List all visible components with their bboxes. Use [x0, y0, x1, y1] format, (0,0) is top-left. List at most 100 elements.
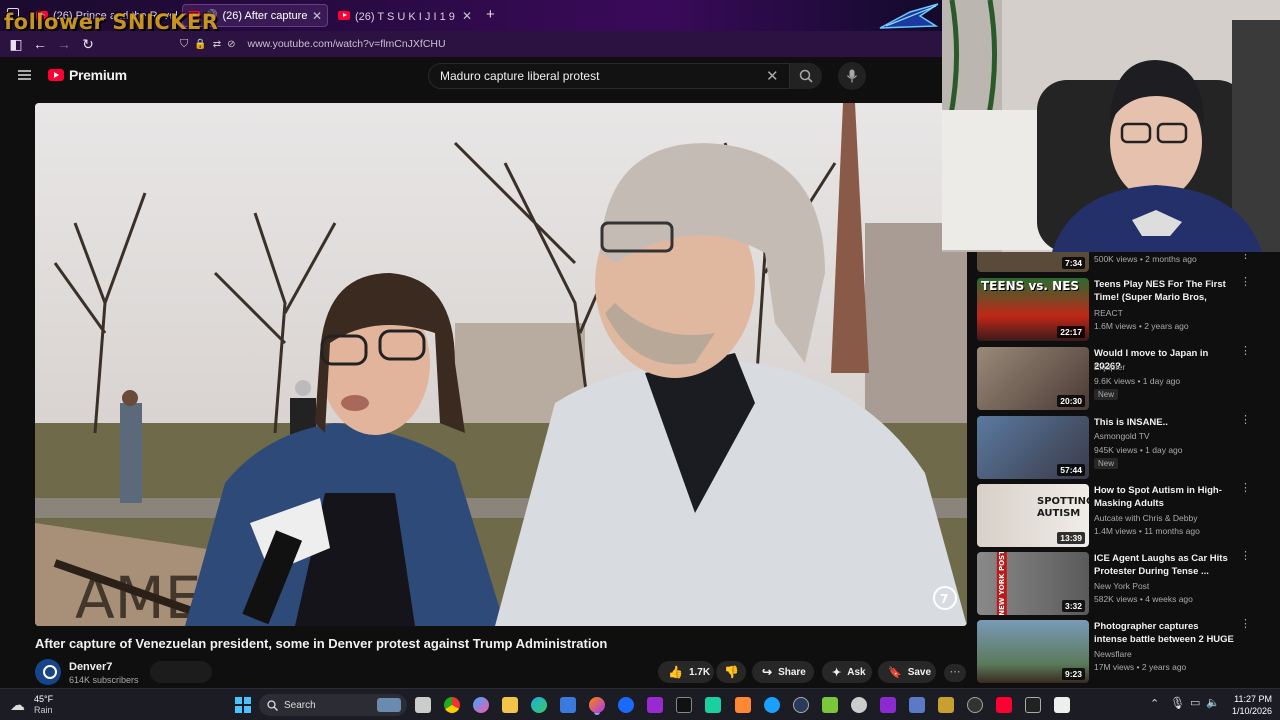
video-thumbnail[interactable]: 57:44 — [977, 416, 1089, 479]
search-input[interactable]: Maduro capture liberal protest — [428, 63, 790, 89]
video-title[interactable]: How to Spot Autism in High-Masking Adult… — [1094, 484, 1234, 510]
skype-icon[interactable] — [764, 697, 780, 713]
video-thumbnail[interactable]: 9:23 — [977, 620, 1089, 683]
youtube-app-icon[interactable] — [996, 697, 1012, 713]
file-explorer-icon[interactable] — [502, 697, 518, 713]
ask-button[interactable]: ✦ Ask — [822, 661, 872, 683]
game-app-icon[interactable] — [938, 697, 954, 713]
game-launcher-icon[interactable] — [822, 697, 838, 713]
video-player-icon[interactable] — [1025, 697, 1041, 713]
editor-app-icon[interactable] — [909, 697, 925, 713]
copilot-icon[interactable] — [473, 697, 489, 713]
video-thumbnail[interactable]: NEW YORK POST 3:32 — [977, 552, 1089, 615]
video-title[interactable]: This is INSANE.. — [1094, 416, 1234, 429]
more-actions-icon[interactable]: ⋯ — [944, 664, 966, 682]
audio-app-icon[interactable] — [676, 697, 692, 713]
related-video-item[interactable]: TEENS vs. NES 22:17 Teens Play NES For T… — [977, 277, 1277, 342]
like-button[interactable]: 👍 1.7K — [658, 661, 714, 683]
video-thumbnail[interactable]: SPOTTING AUTISM 13:39 — [977, 484, 1089, 547]
show-hidden-icons-icon[interactable]: ⌃ — [1150, 697, 1159, 710]
clock-time[interactable]: 11:27 PM — [1222, 694, 1272, 704]
hamburger-menu-icon[interactable] — [18, 70, 31, 80]
more-options-icon[interactable]: ⋮ — [1240, 252, 1251, 261]
search-icon — [267, 699, 278, 711]
forward-arrow-icon[interactable]: → — [52, 36, 76, 52]
store-icon[interactable] — [560, 697, 576, 713]
related-video-item[interactable]: SPOTTING AUTISM 13:39 How to Spot Autism… — [977, 483, 1277, 548]
youtube-premium-logo[interactable]: Premium — [48, 67, 127, 83]
weather-cloud-icon[interactable]: ☁ — [10, 696, 25, 714]
weather-temperature[interactable]: 45°F — [34, 694, 53, 704]
task-view-icon[interactable] — [415, 697, 431, 713]
tab-tsukiji[interactable]: (26) T S U K I J I 1 9 8 0 - 日本 ✕ — [332, 4, 478, 27]
channel-name[interactable]: Newsflare — [1094, 649, 1132, 659]
share-button[interactable]: ↪ Share — [752, 661, 814, 683]
clock-date[interactable]: 1/10/2026 — [1222, 706, 1272, 716]
shield-icon[interactable]: ⛉ — [180, 38, 188, 51]
weather-description[interactable]: Rain — [34, 705, 53, 715]
new-tab-button[interactable]: + — [486, 6, 495, 23]
firefox-icon[interactable] — [589, 697, 605, 713]
more-options-icon[interactable]: ⋮ — [1240, 346, 1251, 357]
url-text[interactable]: www.youtube.com/watch?v=flmCnJXfCHU — [247, 38, 445, 50]
video-player[interactable]: AMER CA 7 — [35, 103, 967, 626]
video-stats: 9.6K views • 1 day ago — [1094, 376, 1181, 386]
reload-icon[interactable]: ↻ — [76, 36, 100, 53]
channel-name[interactable]: Asmongold TV — [1094, 431, 1150, 441]
dislike-button[interactable]: 👎 — [716, 661, 746, 683]
search-button[interactable] — [790, 63, 822, 89]
clear-search-icon[interactable]: ✕ — [766, 67, 779, 85]
related-video-item[interactable]: 9:23 Photographer captures intense battl… — [977, 619, 1277, 684]
more-options-icon[interactable]: ⋮ — [1240, 277, 1251, 288]
steam-icon[interactable] — [793, 697, 809, 713]
back-arrow-icon[interactable]: ← — [28, 36, 52, 52]
video-title[interactable]: Teens Play NES For The First Time! (Supe… — [1094, 278, 1234, 304]
share-icon: ↪ — [762, 665, 773, 679]
notepad-icon[interactable] — [1054, 697, 1070, 713]
taskbar-search-box[interactable]: Search — [259, 694, 407, 716]
address-bar[interactable]: ⛉ 🔒 ⇄ ⊘ www.youtube.com/watch?v=flmCnJXf… — [180, 38, 446, 51]
voice-search-button[interactable] — [838, 62, 866, 90]
channel-name[interactable]: Exjapter — [1094, 362, 1125, 372]
sidebar-toggle-icon[interactable]: ◧ — [4, 36, 28, 53]
video-thumbnail[interactable]: TEENS vs. NES 22:17 — [977, 278, 1089, 341]
chat-app-icon[interactable] — [705, 697, 721, 713]
save-button[interactable]: 🔖 Save — [878, 661, 936, 683]
subscribe-button[interactable] — [150, 661, 212, 683]
channel-name[interactable]: Denver7 — [69, 661, 112, 673]
edge-icon[interactable] — [531, 697, 547, 713]
channel-name[interactable]: REACT — [1094, 308, 1123, 318]
windows-start-icon[interactable] — [235, 697, 251, 713]
channel-name[interactable]: New York Post — [1094, 581, 1149, 591]
related-video-item[interactable]: 57:44 This is INSANE.. Asmongold TV 945K… — [977, 415, 1277, 480]
more-options-icon[interactable]: ⋮ — [1240, 551, 1251, 562]
related-video-item[interactable]: 7:34 500K views • 2 months ago ⋮ — [977, 252, 1277, 273]
display-tray-icon[interactable]: ▭ — [1190, 696, 1200, 709]
video-thumbnail[interactable]: 7:34 — [977, 252, 1089, 272]
more-options-icon[interactable]: ⋮ — [1240, 483, 1251, 494]
video-title[interactable]: ICE Agent Laughs as Car Hits Protester D… — [1094, 552, 1234, 578]
close-tab-icon[interactable]: ✕ — [312, 9, 322, 23]
blocked-autoplay-icon[interactable]: ⊘ — [227, 39, 235, 50]
related-video-item[interactable]: NEW YORK POST 3:32 ICE Agent Laughs as C… — [977, 551, 1277, 616]
more-options-icon[interactable]: ⋮ — [1240, 415, 1251, 426]
pinned-app-icon[interactable] — [880, 697, 896, 713]
messenger-icon[interactable] — [618, 697, 634, 713]
video-title[interactable]: Photographer captures intense battle bet… — [1094, 620, 1234, 646]
related-video-item[interactable]: 20:30 Would I move to Japan in 2026? Exj… — [977, 346, 1277, 411]
video-thumbnail[interactable]: 20:30 — [977, 347, 1089, 410]
pinned-app-purple-icon[interactable] — [647, 697, 663, 713]
chrome-icon[interactable] — [444, 697, 460, 713]
tab-label: (26) T S U K I J I 1 9 8 0 - 日本 — [355, 10, 457, 23]
obs-icon[interactable] — [851, 697, 867, 713]
microphone-tray-icon[interactable]: 🎙 — [1170, 696, 1185, 710]
channel-avatar[interactable] — [35, 659, 61, 685]
browser-app-icon[interactable] — [735, 697, 751, 713]
lock-icon[interactable]: 🔒 — [194, 39, 206, 50]
volume-tray-icon[interactable]: 🔈 — [1206, 696, 1220, 709]
permissions-icon[interactable]: ⇄ — [213, 39, 221, 50]
music-app-icon[interactable] — [967, 697, 983, 713]
close-tab-icon[interactable]: ✕ — [462, 9, 472, 23]
more-options-icon[interactable]: ⋮ — [1240, 619, 1251, 630]
channel-name[interactable]: Autcate with Chris & Debby — [1094, 513, 1197, 523]
